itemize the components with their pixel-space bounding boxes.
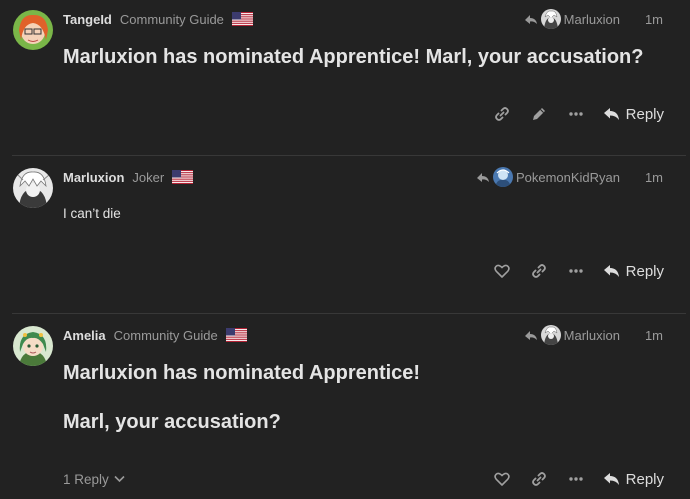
reply-button-label: Reply [625, 262, 664, 280]
like-button[interactable] [484, 461, 521, 497]
post-content: I can’t die [63, 205, 663, 223]
avatar[interactable] [13, 10, 53, 50]
show-replies-button[interactable]: 1 Reply [63, 461, 125, 497]
post-text-line: Marl, your accusation? [63, 411, 281, 433]
post-content: Marluxion has nominated Apprentice! Marl… [63, 44, 663, 70]
more-icon [569, 477, 583, 481]
username[interactable]: TangeId [63, 12, 112, 27]
reply-to-username: Marluxion [563, 327, 620, 343]
reply-arrow-icon [476, 173, 489, 182]
more-icon [569, 269, 583, 273]
reply-button[interactable]: Reply [595, 253, 668, 289]
post-actions: Reply [484, 461, 668, 497]
avatar-tangeid-image [13, 10, 53, 50]
post-text-line: Marluxion has nominated Apprentice! Marl… [63, 46, 644, 68]
username[interactable]: Amelia [63, 328, 106, 343]
replies-count-label: 1 Reply [63, 471, 109, 487]
reply-icon [603, 473, 619, 485]
user-title: Community Guide [119, 11, 224, 27]
reply-button-label: Reply [625, 470, 664, 488]
reply-to-avatar [492, 167, 513, 187]
reply-icon [603, 265, 619, 277]
reply-to-indicator[interactable]: Marluxion [524, 325, 620, 345]
user-title: Community Guide [113, 327, 218, 343]
reply-to-username: Marluxion [563, 11, 620, 27]
reply-button-label: Reply [625, 105, 664, 123]
reply-arrow-icon [524, 15, 537, 24]
edit-icon [533, 108, 546, 120]
more-button[interactable] [558, 96, 595, 132]
more-button[interactable] [558, 461, 595, 497]
like-button[interactable] [484, 253, 521, 289]
post-actions: Reply [484, 96, 668, 132]
edit-button[interactable] [521, 96, 558, 132]
us-flag-icon [225, 328, 247, 342]
heart-icon [494, 472, 510, 486]
more-icon [569, 112, 583, 116]
post-text-line: Marluxion has nominated Apprentice! [63, 362, 421, 384]
reply-button[interactable]: Reply [595, 96, 668, 132]
reply-icon [603, 108, 619, 120]
username[interactable]: Marluxion [63, 170, 124, 185]
post-content: Marluxion has nominated Apprentice! Marl… [63, 360, 663, 435]
link-icon [495, 107, 510, 121]
reply-button[interactable]: Reply [595, 461, 668, 497]
post-2: Marluxion Joker PokemonKidRyan 1m I can’… [0, 156, 690, 313]
link-icon [532, 264, 547, 278]
avatar-amelia-image [13, 326, 53, 366]
reply-to-username: PokemonKidRyan [515, 169, 620, 185]
post-actions: Reply [484, 253, 668, 289]
post-time[interactable]: 1m [645, 167, 663, 187]
link-icon [532, 472, 547, 486]
post-time[interactable]: 1m [645, 325, 663, 345]
link-button[interactable] [484, 96, 521, 132]
post-1: TangeId Community Guide Marluxion 1m Mar… [0, 0, 690, 155]
link-button[interactable] [521, 461, 558, 497]
reply-to-avatar [540, 325, 561, 345]
link-button[interactable] [521, 253, 558, 289]
chevron-down-icon [114, 475, 125, 483]
post-time[interactable]: 1m [645, 9, 663, 29]
us-flag-icon [172, 170, 194, 184]
us-flag-icon [231, 12, 253, 26]
reply-to-avatar [540, 9, 561, 29]
avatar[interactable] [13, 168, 53, 208]
post-3: Amelia Community Guide Marluxion 1m Marl… [0, 314, 690, 499]
more-button[interactable] [558, 253, 595, 289]
post-text-line: I can’t die [63, 206, 121, 221]
avatar[interactable] [13, 326, 53, 366]
reply-arrow-icon [524, 331, 537, 340]
reply-to-indicator[interactable]: Marluxion [524, 9, 620, 29]
user-title: Joker [132, 169, 165, 185]
reply-to-indicator[interactable]: PokemonKidRyan [476, 167, 620, 187]
avatar-marluxion-image [13, 168, 53, 208]
heart-icon [494, 264, 510, 278]
